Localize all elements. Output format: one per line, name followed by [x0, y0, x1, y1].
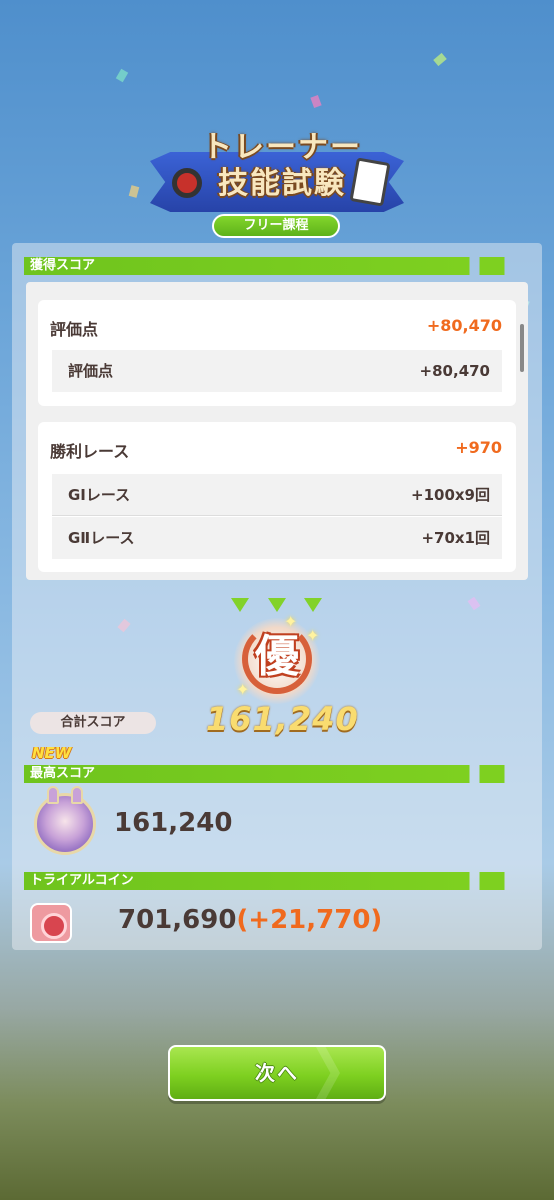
best-score-value: 161,240: [114, 808, 233, 838]
sparkle-icon: ✦: [306, 626, 320, 645]
down-arrow-icon: [304, 598, 322, 612]
card-title: 評価点: [50, 320, 99, 339]
ear-icon: [47, 786, 59, 804]
row-value: +80,470: [419, 362, 490, 380]
trial-coin-header: トライアルコイン: [24, 872, 530, 890]
card-title: 勝利レース: [50, 442, 130, 461]
confetti: [128, 185, 140, 198]
course-badge: フリー課程: [212, 214, 340, 238]
score-card-race-wins: 勝利レース +970 GⅠレース +100x9回 GⅡレース +70x1回: [38, 422, 516, 572]
best-score-label: 最高スコア: [30, 766, 96, 781]
list-item: 評価点 +80,470: [52, 350, 502, 392]
confetti: [433, 52, 447, 67]
best-score-header: 最高スコア: [24, 765, 530, 783]
new-badge: NEW: [32, 744, 72, 762]
row-label: GⅡレース: [68, 529, 135, 547]
trial-coin-icon: [30, 903, 72, 943]
title-line-1: トレーナー: [202, 130, 362, 165]
next-button-label: 次へ: [255, 1061, 299, 1085]
ear-icon: [71, 786, 83, 804]
title-line-2: 技能試験: [218, 166, 346, 201]
score-card-evaluation: 評価点 +80,470 評価点 +80,470: [38, 300, 516, 406]
coin-total: 701,690(+21,770): [118, 905, 382, 935]
down-arrow-icon: [231, 598, 249, 612]
title-emblem: トレーナー 技能試験 フリー課程: [150, 128, 404, 238]
row-value: +70x1回: [421, 529, 490, 547]
down-arrow-icon: [268, 598, 286, 612]
coin-delta: (+21,770): [236, 905, 383, 935]
rank-grade: 優: [255, 631, 299, 682]
trial-coin-label: トライアルコイン: [30, 873, 134, 888]
chevron-right-icon: [316, 1047, 340, 1099]
row-label: 評価点: [68, 362, 114, 380]
card-value: +80,470: [426, 316, 502, 335]
score-section-label: 獲得スコア: [30, 258, 96, 273]
score-section-header: 獲得スコア: [24, 257, 530, 275]
avatar: [34, 786, 96, 855]
sparkle-icon: ✦: [284, 612, 298, 631]
total-score-label: 合計スコア: [30, 712, 156, 734]
confetti: [115, 68, 129, 83]
scrollbar[interactable]: [520, 324, 524, 372]
next-button[interactable]: 次へ: [168, 1045, 386, 1101]
total-score-value: 161,240: [206, 700, 359, 738]
list-item: GⅠレース +100x9回: [52, 474, 502, 516]
row-value: +100x9回: [411, 486, 490, 504]
score-breakdown-list[interactable]: 評価点 +80,470 評価点 +80,470 勝利レース +970 GⅠレース…: [26, 282, 528, 580]
list-item: GⅡレース +70x1回: [52, 517, 502, 559]
card-value: +970: [455, 438, 502, 457]
sparkle-icon: ✦: [236, 680, 250, 699]
row-label: GⅠレース: [68, 486, 131, 504]
coin-value: 701,690: [118, 905, 237, 935]
confetti: [310, 94, 322, 109]
